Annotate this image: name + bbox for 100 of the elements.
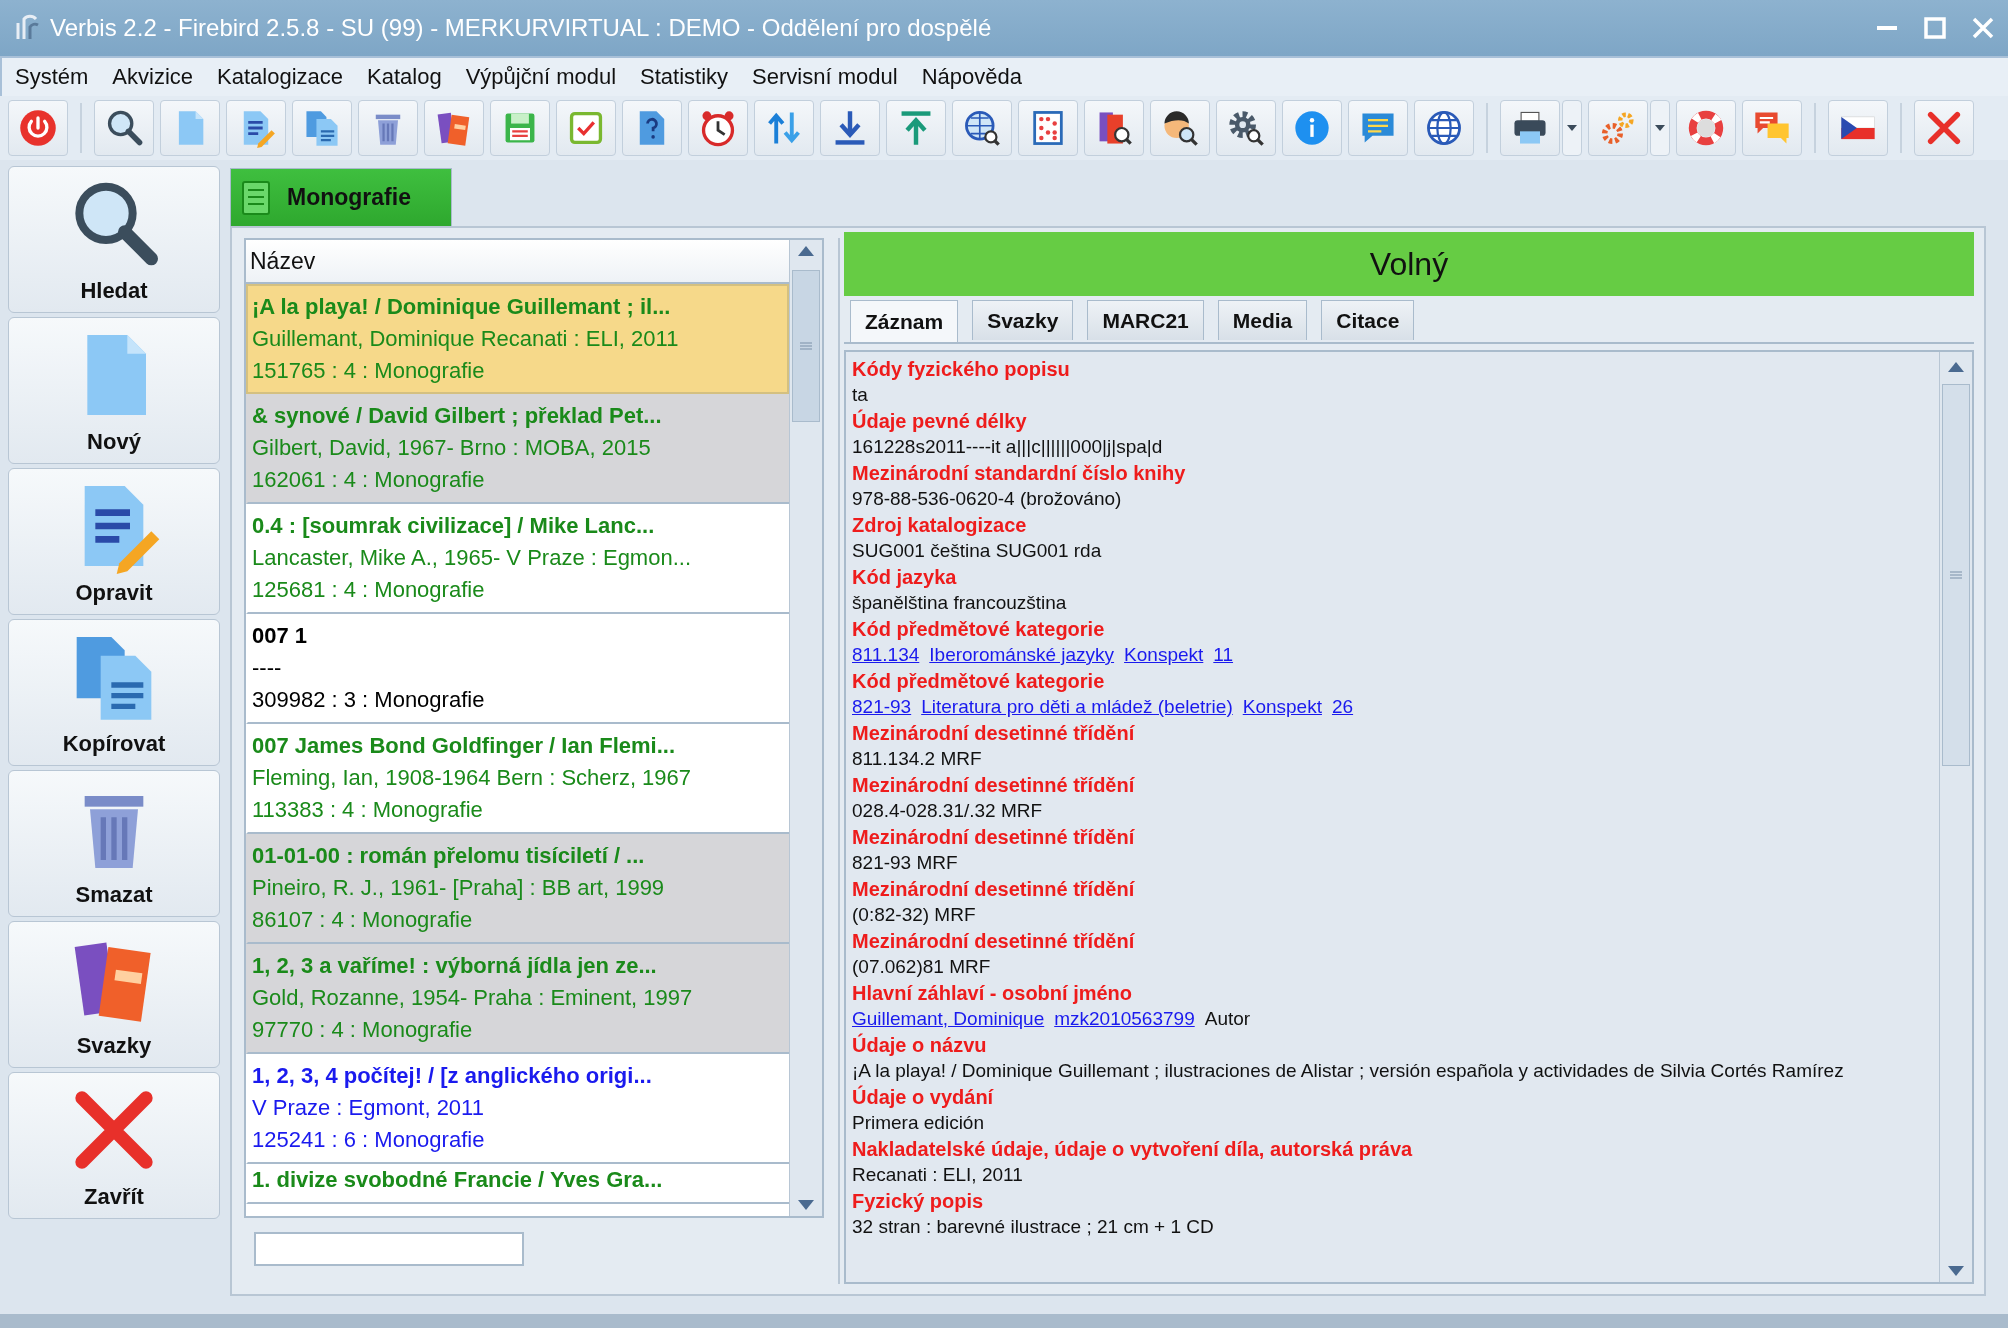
menu-item[interactable]: Systém xyxy=(6,62,98,92)
field-label: Zdroj katalogizace xyxy=(852,513,1028,538)
record-title: 007 James Bond Goldfinger / Ian Flemi... xyxy=(252,732,676,760)
menu-item[interactable]: Výpůjční modul xyxy=(456,62,626,92)
tab[interactable]: Záznam xyxy=(850,300,959,342)
field-value: (0:82-32) MRF xyxy=(852,903,976,927)
tab[interactable]: Svazky xyxy=(972,300,1074,340)
toolbar-button[interactable] xyxy=(94,100,154,156)
field-label: Kód předmětové kategorie xyxy=(852,617,1106,642)
toolbar-button[interactable] xyxy=(1084,100,1144,156)
dropdown-button[interactable] xyxy=(1650,100,1670,156)
scrollbar[interactable] xyxy=(1939,352,1972,1282)
record-id: 86107 : 4 : Monografie xyxy=(252,906,474,934)
link[interactable]: Literatura pro děti a mládež (beletrie) xyxy=(921,694,1233,720)
toolbar-button[interactable] xyxy=(1216,100,1276,156)
field-value: španělština francouzština xyxy=(852,591,1067,615)
field-label: Mezinárodní desetinné třídění xyxy=(852,773,1136,798)
link[interactable]: Konspekt xyxy=(1242,694,1322,720)
record-author: Pineiro, R. J., 1961- [Praha] : BB art, 1999 xyxy=(252,874,666,902)
menu-item[interactable]: Katalog xyxy=(358,62,451,92)
record-author: Lancaster, Mike A., 1965- V Praze : Egmon... xyxy=(252,544,692,572)
record-title: 0.4 : [soumrak civilizace] / Mike Lanc... xyxy=(252,512,656,540)
document-tab[interactable]: Monografie xyxy=(230,168,452,226)
field-value: 811.134.2 MRF xyxy=(852,747,982,771)
field-value: Primera edición xyxy=(852,1111,984,1135)
info-icon xyxy=(1292,108,1332,148)
lifebuoy-icon xyxy=(1686,108,1726,148)
field-label: Kódy fyzického popisu xyxy=(852,357,1071,382)
record-author: Gilbert, David, 1967- Brno : MOBA, 2015 xyxy=(252,434,652,462)
link[interactable]: Guillemant, Dominique xyxy=(852,1006,1045,1032)
record-title: 01-01-00 : román přelomu tisíciletí / ... xyxy=(252,842,646,870)
field-label: Údaje o vydání xyxy=(852,1084,995,1110)
link[interactable]: 821-93 xyxy=(852,694,912,720)
field-label: Nakladatelské údaje, údaje o vytvoření díla, autorská práva xyxy=(852,1137,1414,1162)
sidebar-button[interactable]: Svazky xyxy=(8,921,220,1068)
record-title: ¡A la playa! / Dominique Guillemant ; il... xyxy=(252,293,672,321)
caret-icon xyxy=(1567,124,1577,132)
scrollbar[interactable] xyxy=(789,240,822,1216)
grip-icon xyxy=(1950,571,1962,579)
sidebar-button[interactable]: Opravit xyxy=(8,468,220,615)
power-icon xyxy=(18,108,58,148)
sidebar-button[interactable]: Hledat xyxy=(8,166,220,313)
sidebar-button[interactable]: Kopírovat xyxy=(8,619,220,766)
field-label: Fyzický popis xyxy=(852,1189,985,1214)
toolbar-button[interactable] xyxy=(820,100,880,156)
record-author: Gold, Rozanne, 1954- Praha : Eminent, 1997 xyxy=(252,984,694,1012)
field-label: Kód předmětové kategorie xyxy=(852,669,1106,694)
record-id: 125681 : 4 : Monografie xyxy=(252,576,486,604)
field-value: 028.4-028.31/.32 MRF xyxy=(852,799,1043,823)
toolbar-button[interactable] xyxy=(1150,100,1210,156)
field-value: 978-88-536-0620-4 (brožováno) xyxy=(852,487,1122,511)
record-title: 007 1 xyxy=(252,622,309,650)
field-value: ta xyxy=(852,383,868,407)
field-label: Mezinárodní desetinné třídění xyxy=(852,825,1136,850)
field-value: 32 stran : barevné ilustrace ; 21 cm + 1 CD xyxy=(852,1215,1214,1239)
menu-item[interactable]: Statistiky xyxy=(631,62,738,92)
globe-search-icon xyxy=(962,108,1002,148)
close-icon[interactable] xyxy=(1970,15,1996,41)
tab[interactable]: Media xyxy=(1217,300,1308,340)
link[interactable]: Konspekt xyxy=(1124,642,1204,668)
link[interactable]: mzk2010563799 xyxy=(1054,1006,1195,1032)
toolbar-button[interactable] xyxy=(226,100,286,156)
menu-item[interactable]: Nápověda xyxy=(912,62,1031,92)
sidebar-button[interactable]: Smazat xyxy=(8,770,220,917)
toolbar-button[interactable] xyxy=(952,100,1012,156)
sidebar-button[interactable]: Nový xyxy=(8,317,220,464)
search-field[interactable] xyxy=(254,1232,524,1266)
list-row[interactable]: 1. divize svobodné Francie / Yves Gra... xyxy=(246,1164,789,1204)
menu-item[interactable]: Akvizice xyxy=(103,62,203,92)
field-label: Mezinárodní standardní číslo knihy xyxy=(852,461,1187,486)
link[interactable]: Iberorománské jazyky xyxy=(929,642,1115,668)
record-title: 1, 2, 3, 4 počítej! / [z anglického origi... xyxy=(252,1062,653,1090)
maximize-icon[interactable] xyxy=(1922,15,1948,41)
menu-item[interactable]: Katalogizace xyxy=(208,62,353,92)
dropdown-button[interactable] xyxy=(1562,100,1582,156)
globe-icon xyxy=(1424,108,1464,148)
grip-icon xyxy=(800,342,812,350)
tab[interactable]: MARC21 xyxy=(1087,300,1204,340)
window-title: Verbis 2.2 - Firebird 2.5.8 - SU (99) - MERKURVIRTUAL : DEMO - Oddělení pro dospělé xyxy=(50,14,993,42)
link[interactable]: 26 xyxy=(1331,694,1354,720)
toolbar-button[interactable] xyxy=(1414,100,1474,156)
record-author: V Praze : Egmont, 2011 xyxy=(252,1094,485,1122)
field-value: 821-93 MRF xyxy=(852,851,958,875)
link[interactable]: 811.134 xyxy=(852,642,920,668)
sidebar-button[interactable]: Zavřít xyxy=(8,1072,220,1219)
record-author: ---- xyxy=(252,654,283,682)
field-value: (07.062)81 MRF xyxy=(852,955,991,979)
link[interactable]: 11 xyxy=(1213,642,1234,668)
field-value: Autor xyxy=(1204,1007,1251,1031)
record-id: 162061 : 4 : Monografie xyxy=(252,466,486,494)
record-title: & synové / David Gilbert ; překlad Pet... xyxy=(252,402,663,430)
status-bar: Volný xyxy=(844,232,1974,296)
menu-item[interactable]: Servisní modul xyxy=(743,62,907,92)
toolbar-button[interactable] xyxy=(1828,100,1888,156)
toolbar-button[interactable] xyxy=(1500,100,1560,156)
record-id: 125241 : 6 : Monografie xyxy=(252,1126,486,1154)
tab[interactable]: Citace xyxy=(1321,300,1415,340)
document-list-icon xyxy=(241,179,271,216)
record-author: Guillemant, Dominique Recanati : ELI, 2011 xyxy=(252,325,680,353)
record-id: 151765 : 4 : Monografie xyxy=(252,357,486,385)
